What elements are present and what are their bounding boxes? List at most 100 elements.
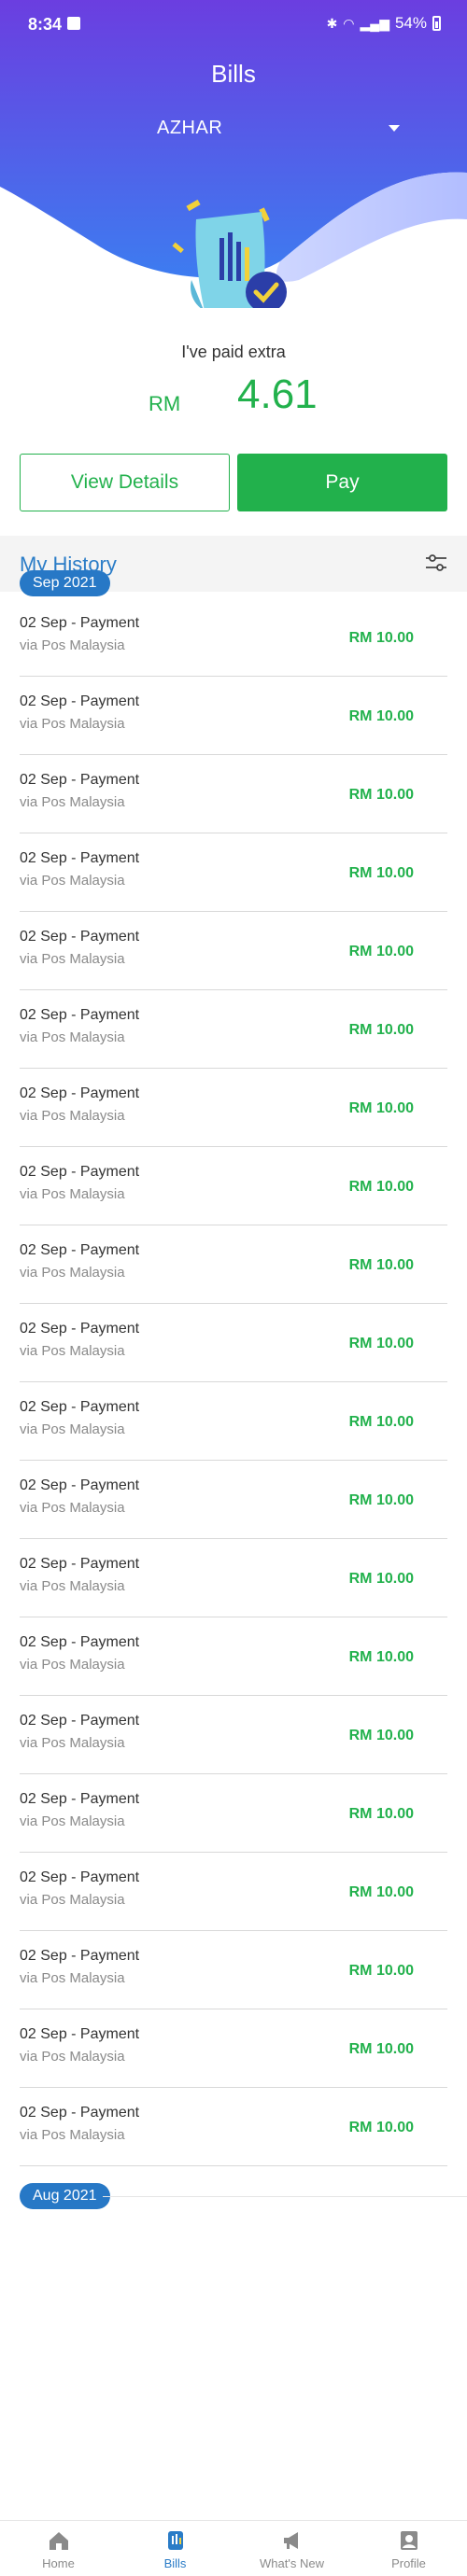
transaction-title: 02 Sep - Payment <box>20 615 140 631</box>
transaction-row[interactable]: 02 Sep - Payment via Pos Malaysia RM 10.00 <box>20 1931 447 2009</box>
transaction-row[interactable]: 02 Sep - Payment via Pos Malaysia RM 10.00 <box>20 912 447 990</box>
transaction-row[interactable]: 02 Sep - Payment via Pos Malaysia RM 10.00 <box>20 1539 447 1617</box>
pay-button[interactable]: Pay <box>237 454 447 511</box>
transaction-amount: RM 10.00 <box>348 1806 414 1822</box>
nav-label: What's New <box>260 2556 324 2570</box>
chevron-down-icon <box>389 125 400 132</box>
transaction-title: 02 Sep - Payment <box>20 772 140 788</box>
transaction-channel: via Pos Malaysia <box>20 1735 125 1751</box>
transaction-channel: via Pos Malaysia <box>20 873 125 889</box>
transaction-row[interactable]: 02 Sep - Payment via Pos Malaysia RM 10.00 <box>20 1461 447 1539</box>
transaction-amount: RM 10.00 <box>348 2041 414 2057</box>
status-indicators: ✱ ◠ ▂▄▆ 54% <box>327 14 441 33</box>
transaction-title: 02 Sep - Payment <box>20 929 140 945</box>
divider <box>103 2196 467 2197</box>
transaction-row[interactable]: 02 Sep - Payment via Pos Malaysia RM 10.00 <box>20 1382 447 1461</box>
transaction-row[interactable]: 02 Sep - Payment via Pos Malaysia RM 10.00 <box>20 1147 447 1225</box>
transaction-title: 02 Sep - Payment <box>20 1713 140 1729</box>
transaction-channel: via Pos Malaysia <box>20 1265 125 1281</box>
transaction-row[interactable]: 02 Sep - Payment via Pos Malaysia RM 10.00 <box>20 755 447 833</box>
wifi-icon: ◠ <box>343 15 355 31</box>
transaction-row[interactable]: 02 Sep - Payment via Pos Malaysia RM 10.00 <box>20 1225 447 1304</box>
transaction-row[interactable]: 02 Sep - Payment via Pos Malaysia RM 10.00 <box>20 833 447 912</box>
transaction-title: 02 Sep - Payment <box>20 1242 140 1258</box>
transaction-row[interactable]: 02 Sep - Payment via Pos Malaysia RM 10.00 <box>20 1774 447 1853</box>
transaction-title: 02 Sep - Payment <box>20 1556 140 1572</box>
transaction-amount: RM 10.00 <box>348 708 414 724</box>
month-divider-sep: Sep 2021 <box>0 570 467 598</box>
transaction-amount: RM 10.00 <box>348 1884 414 1900</box>
transaction-channel: via Pos Malaysia <box>20 1421 125 1437</box>
bottom-navigation: Home Bills What's New Profile <box>0 2520 467 2576</box>
nav-label: Profile <box>391 2556 426 2570</box>
month-divider-aug: Aug 2021 <box>0 2183 467 2211</box>
bill-illustration <box>172 199 287 308</box>
view-details-button[interactable]: View Details <box>20 454 230 511</box>
transaction-row[interactable]: 02 Sep - Payment via Pos Malaysia RM 10.00 <box>20 990 447 1069</box>
nav-bills[interactable]: Bills <box>117 2521 234 2576</box>
transaction-amount: RM 10.00 <box>348 1336 414 1351</box>
transaction-amount: RM 10.00 <box>348 2120 414 2135</box>
page-title: Bills <box>211 60 256 88</box>
transaction-amount: RM 10.00 <box>348 787 414 803</box>
nav-whats-new[interactable]: What's New <box>234 2521 350 2576</box>
transaction-title: 02 Sep - Payment <box>20 1948 140 1964</box>
transaction-amount: RM 10.00 <box>348 1179 414 1195</box>
transaction-channel: via Pos Malaysia <box>20 1343 125 1359</box>
transaction-amount: RM 10.00 <box>348 630 414 646</box>
transaction-list: 02 Sep - Payment via Pos Malaysia RM 10.00… <box>0 598 467 2166</box>
transaction-row[interactable]: 02 Sep - Payment via Pos Malaysia RM 10.00 <box>20 2088 447 2166</box>
account-name: AZHAR <box>157 118 223 138</box>
transaction-channel: via Pos Malaysia <box>20 1578 125 1594</box>
month-badge: Sep 2021 <box>20 570 110 596</box>
transaction-channel: via Pos Malaysia <box>20 1108 125 1124</box>
nav-profile[interactable]: Profile <box>350 2521 467 2576</box>
transaction-row[interactable]: 02 Sep - Payment via Pos Malaysia RM 10.00 <box>20 1304 447 1382</box>
transaction-title: 02 Sep - Payment <box>20 1321 140 1337</box>
account-dropdown[interactable]: AZHAR <box>157 118 400 146</box>
transaction-amount: RM 10.00 <box>348 1022 414 1038</box>
transaction-row[interactable]: 02 Sep - Payment via Pos Malaysia RM 10.00 <box>20 598 447 677</box>
transaction-amount: RM 10.00 <box>348 1963 414 1979</box>
amount-value: 4.61 <box>237 371 318 417</box>
transaction-channel: via Pos Malaysia <box>20 1813 125 1829</box>
transaction-row[interactable]: 02 Sep - Payment via Pos Malaysia RM 10.00 <box>20 2009 447 2088</box>
transaction-title: 02 Sep - Payment <box>20 1085 140 1101</box>
signal-icon: ▂▄▆ <box>360 15 389 31</box>
transaction-title: 02 Sep - Payment <box>20 1007 140 1023</box>
battery-percent: 54% <box>394 14 427 32</box>
transaction-title: 02 Sep - Payment <box>20 693 140 709</box>
hero-header: 8:34 ✱ ◠ ▂▄▆ 54% Bills AZHAR <box>0 0 467 308</box>
transaction-title: 02 Sep - Payment <box>20 1791 140 1807</box>
transaction-row[interactable]: 02 Sep - Payment via Pos Malaysia RM 10.00 <box>20 1617 447 1696</box>
transaction-amount: RM 10.00 <box>348 1649 414 1665</box>
home-icon <box>49 2532 68 2550</box>
month-badge: Aug 2021 <box>20 2183 110 2209</box>
nav-label: Home <box>42 2556 75 2570</box>
transaction-channel: via Pos Malaysia <box>20 2127 125 2143</box>
history-section: My History Sep 2021 02 Sep - Payment via … <box>0 536 467 2211</box>
transaction-row[interactable]: 02 Sep - Payment via Pos Malaysia RM 10.00 <box>20 1069 447 1147</box>
transaction-row[interactable]: 02 Sep - Payment via Pos Malaysia RM 10.00 <box>20 1853 447 1931</box>
transaction-channel: via Pos Malaysia <box>20 637 125 653</box>
transaction-channel: via Pos Malaysia <box>20 951 125 967</box>
nav-home[interactable]: Home <box>0 2521 117 2576</box>
transaction-title: 02 Sep - Payment <box>20 2026 140 2042</box>
transaction-title: 02 Sep - Payment <box>20 1634 140 1650</box>
transaction-title: 02 Sep - Payment <box>20 1164 140 1180</box>
battery-icon <box>432 16 441 31</box>
status-bar: 8:34 ✱ ◠ ▂▄▆ 54% <box>0 0 467 47</box>
transaction-row[interactable]: 02 Sep - Payment via Pos Malaysia RM 10.00 <box>20 1696 447 1774</box>
transaction-row[interactable]: 02 Sep - Payment via Pos Malaysia RM 10.00 <box>20 677 447 755</box>
transaction-amount: RM 10.00 <box>348 865 414 881</box>
transaction-channel: via Pos Malaysia <box>20 1657 125 1673</box>
transaction-channel: via Pos Malaysia <box>20 1186 125 1202</box>
bills-icon <box>167 2531 183 2550</box>
transaction-channel: via Pos Malaysia <box>20 794 125 810</box>
nav-label: Bills <box>163 2556 187 2570</box>
transaction-channel: via Pos Malaysia <box>20 2049 125 2065</box>
transaction-amount: RM 10.00 <box>348 1728 414 1743</box>
amount-currency: RM <box>149 392 181 415</box>
transaction-amount: RM 10.00 <box>348 1571 414 1587</box>
transaction-channel: via Pos Malaysia <box>20 1970 125 1986</box>
